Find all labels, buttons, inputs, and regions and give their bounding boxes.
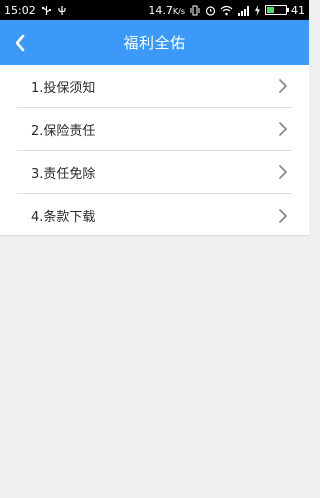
status-bar: 15:02 14.7K/s 41 — [0, 0, 309, 20]
vibrate-icon — [189, 5, 201, 16]
menu-item-exclusions[interactable]: 3.责任免除 — [17, 151, 292, 194]
menu-item-label: 3.责任免除 — [31, 166, 96, 182]
signal-icon — [237, 5, 250, 16]
menu-item-notice[interactable]: 1.投保须知 — [17, 65, 292, 108]
network-speed: 14.7K/s — [148, 4, 185, 17]
chevron-right-icon — [278, 208, 288, 224]
battery-level — [267, 7, 275, 13]
battery-icon — [265, 5, 289, 15]
usb-icon — [41, 5, 52, 16]
network-speed-unit: K/s — [172, 6, 185, 16]
charging-icon — [254, 4, 261, 16]
menu-item-label: 1.投保须知 — [31, 80, 96, 96]
chevron-right-icon — [278, 121, 288, 137]
menu-item-download-terms[interactable]: 4.条款下载 — [17, 194, 292, 237]
menu-item-coverage[interactable]: 2.保险责任 — [17, 108, 292, 151]
back-button[interactable] — [0, 20, 40, 65]
menu-list: 1.投保须知 2.保险责任 3.责任免除 4.条款下载 — [0, 65, 309, 236]
app-header: 福利全佑 — [0, 20, 309, 65]
menu-item-label: 4.条款下载 — [31, 210, 96, 225]
wifi-icon — [220, 5, 233, 16]
menu-item-label: 2.保险责任 — [31, 123, 96, 139]
status-time: 15:02 — [4, 3, 36, 17]
chevron-left-icon — [14, 34, 26, 52]
chevron-right-icon — [278, 164, 288, 180]
chevron-right-icon — [278, 78, 288, 94]
network-speed-value: 14.7 — [148, 3, 173, 17]
alarm-icon — [205, 5, 216, 16]
usb-debug-icon — [57, 5, 67, 16]
page-title: 福利全佑 — [123, 34, 186, 52]
battery-percent: 41 — [291, 3, 305, 17]
